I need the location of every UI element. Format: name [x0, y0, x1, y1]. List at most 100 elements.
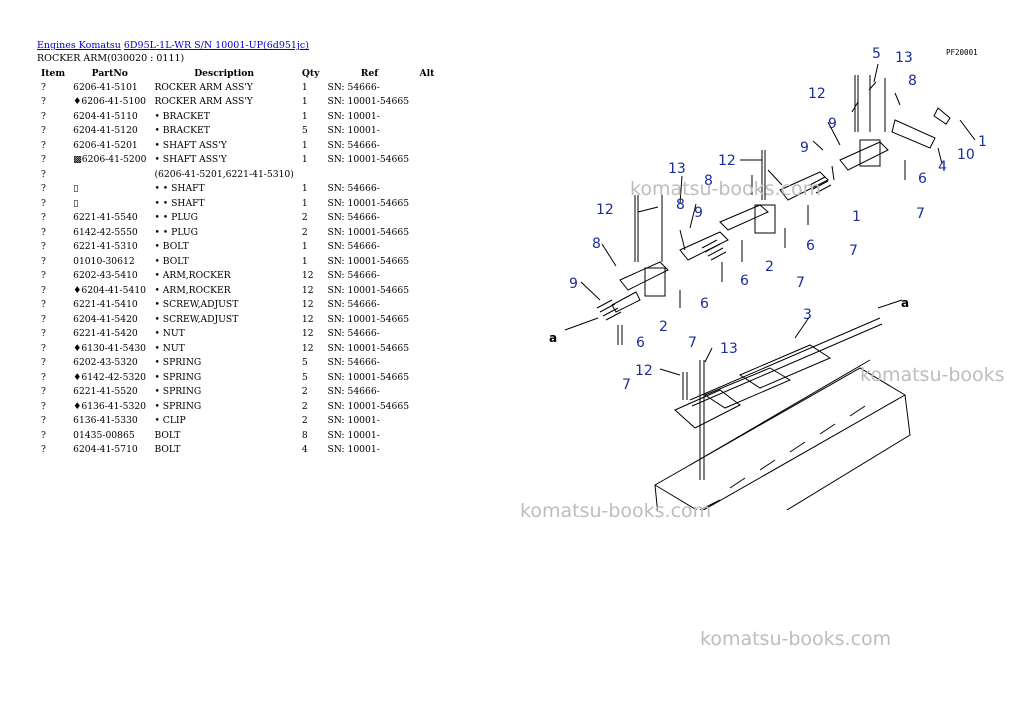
watermark-1: komatsu-books.com	[630, 178, 822, 200]
cell-description: • SCREW,ADJUST	[154, 299, 239, 311]
callout-label: 13	[720, 341, 738, 357]
callout-label: 13	[668, 161, 686, 177]
cell-qty: 1	[301, 96, 308, 108]
table-row: ? 01010-30612 • BOLT 1 SN: 10001-54665	[37, 254, 438, 269]
cell-ref: SN: 10001-54665	[327, 154, 410, 166]
cell-ref: SN: 54666-	[327, 81, 380, 93]
callout-label: 7	[622, 377, 631, 393]
callout-label: 6	[918, 171, 927, 187]
cell-partno: 6204-41-5420	[73, 313, 138, 325]
callout-label: 6	[806, 238, 815, 254]
table-row: ? ▯ • • SHAFT 1 SN: 10001-54665	[37, 196, 438, 211]
cell-qty: 2	[301, 415, 308, 427]
cell-ref: SN: 54666-	[327, 270, 380, 282]
cell-description: • • PLUG	[154, 212, 198, 224]
cell-partno: ♦6204-41-5410	[73, 284, 147, 296]
cell-qty: 5	[301, 125, 308, 137]
callout-label: 7	[688, 335, 697, 351]
cell-ref: SN: 54666-	[327, 357, 380, 369]
cell-item: ?	[41, 429, 46, 441]
cell-description: • • SHAFT	[154, 183, 205, 195]
cell-alt	[415, 138, 438, 153]
table-row: ? 6204-41-5420 • SCREW,ADJUST 12 SN: 10001-5…	[37, 312, 438, 327]
cell-description: (6206-41-5201,6221-41-5310)	[154, 168, 294, 180]
table-row: ? 6221-41-5540 • • PLUG 2 SN: 54666-	[37, 211, 438, 226]
callout-label: 10	[957, 147, 975, 163]
cell-ref: SN: 54666-	[327, 328, 380, 340]
column-header-qty: Qty	[301, 67, 320, 79]
cylinder-head	[654, 367, 911, 510]
cell-qty: 1	[301, 81, 308, 93]
cell-qty: 1	[301, 110, 308, 122]
callout-label: 7	[849, 243, 858, 259]
cell-description: • SPRING	[154, 371, 202, 383]
cell-description: • • SHAFT	[154, 197, 205, 209]
cell-ref: SN: 10001-54665	[327, 342, 410, 354]
cell-partno: ♦6142-42-5320	[73, 371, 147, 383]
cell-alt	[415, 124, 438, 139]
exploded-parts-diagram: PF20001 5 13128110496712896113712 8 926 7896…	[549, 46, 987, 510]
cell-qty: 8	[301, 429, 308, 441]
cell-item: ?	[41, 415, 46, 427]
callout-label: 1	[852, 209, 861, 225]
table-row: ? (6206-41-5201,6221-41-5310)	[37, 167, 438, 182]
cell-qty: 2	[301, 226, 308, 238]
cell-alt	[415, 182, 438, 197]
cell-item: ?	[41, 313, 46, 325]
cell-partno: 01435-00865	[73, 429, 135, 441]
cell-qty: 5	[301, 357, 308, 369]
cell-alt	[415, 327, 438, 342]
callout-label: 4	[938, 159, 947, 175]
cell-item: ?	[41, 386, 46, 398]
table-row: ? 6221-41-5520 • SPRING 2 SN: 54666-	[37, 385, 438, 400]
cell-description: ROCKER ARM ASS'Y	[154, 81, 253, 93]
cell-description: • BOLT	[154, 255, 189, 267]
cell-ref: SN: 10001-54665	[327, 96, 410, 108]
cell-qty: 12	[301, 342, 314, 354]
watermark-3: komatsu-books.com	[520, 500, 712, 522]
table-row: ? 6142-42-5550 • • PLUG 2 SN: 10001-54665	[37, 225, 438, 240]
table-row: ? 01435-00865 BOLT 8 SN: 10001-	[37, 428, 438, 443]
callout-label: 2	[765, 259, 774, 275]
cell-qty: 5	[301, 371, 308, 383]
table-row: ? 6221-41-5310 • BOLT 1 SN: 54666-	[37, 240, 438, 255]
table-row: ? ♦6206-41-5100 ROCKER ARM ASS'Y 1 SN: 10001…	[37, 95, 438, 110]
cell-item: ?	[41, 400, 46, 412]
column-header-alt: Alt	[419, 67, 435, 79]
cell-ref: SN: 10001-54665	[327, 400, 410, 412]
cell-partno	[69, 167, 150, 182]
cell-partno: ▯	[73, 183, 79, 195]
cell-partno: ▩6206-41-5200	[73, 154, 147, 166]
cell-partno: 6206-41-5201	[73, 139, 138, 151]
cell-qty	[298, 167, 324, 182]
cell-alt	[415, 341, 438, 356]
breadcrumb-link-engines[interactable]: Engines Komatsu	[37, 40, 121, 51]
cell-ref: SN: 10001-54665	[327, 255, 410, 267]
watermark-2: komatsu-books	[860, 364, 1005, 386]
cell-description: • SHAFT ASS'Y	[154, 139, 227, 151]
cell-partno: ♦6130-41-5430	[73, 342, 147, 354]
cell-alt	[415, 269, 438, 284]
callout-label: a	[901, 296, 909, 310]
cell-alt	[415, 167, 438, 182]
cell-partno: 6221-41-5520	[73, 386, 138, 398]
cell-alt	[415, 196, 438, 211]
cell-ref: SN: 10001-	[327, 125, 380, 137]
cell-ref: SN: 54666-	[327, 386, 380, 398]
cell-partno: 6136-41-5330	[73, 415, 138, 427]
column-header-item: Item	[41, 67, 66, 79]
cell-qty: 12	[301, 299, 314, 311]
breadcrumb-link-model[interactable]: 6D95L-1L-WR S/N 10001-UP(6d951jc)	[124, 40, 309, 51]
cell-item: ?	[41, 299, 46, 311]
cell-item: ?	[41, 110, 46, 122]
callout-label: 1	[978, 134, 987, 150]
table-row: ? 6206-41-5201 • SHAFT ASS'Y 1 SN: 54666-	[37, 138, 438, 153]
cell-alt	[415, 443, 438, 458]
table-row: ? 6204-41-5710 BOLT 4 SN: 10001-	[37, 443, 438, 458]
callout-label: 8	[592, 236, 601, 252]
cell-qty: 2	[301, 212, 308, 224]
cell-ref: SN: 10001-54665	[327, 226, 410, 238]
cell-item: ?	[41, 168, 46, 180]
cell-alt	[415, 283, 438, 298]
cell-description: BOLT	[154, 429, 181, 441]
